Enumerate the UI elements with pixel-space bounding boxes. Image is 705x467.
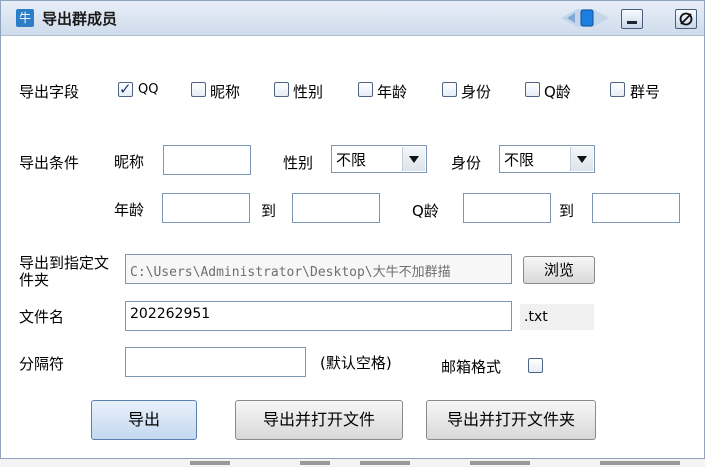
condition-qage-to-input[interactable] [592, 193, 680, 223]
filename-label: 文件名 [19, 308, 65, 326]
browse-button[interactable]: 浏览 [523, 256, 595, 284]
field-age-label: 年龄 [377, 83, 408, 101]
field-group-number-checkbox[interactable] [610, 82, 625, 97]
condition-nickname-label: 昵称 [114, 153, 145, 171]
window-title: 导出群成员 [42, 10, 118, 28]
condition-age-from-input[interactable] [162, 193, 250, 223]
condition-age-to-label: 到 [261, 202, 277, 220]
export-path-input[interactable]: C:\Users\Administrator\Desktop\大牛不加群描 [125, 254, 512, 284]
condition-identity-label: 身份 [451, 154, 482, 172]
export-conditions-label: 导出条件 [19, 154, 80, 172]
export-path-label: 导出到指定文件夹 [19, 254, 110, 289]
condition-gender-value: 不限 [336, 151, 367, 169]
condition-identity-select[interactable]: 不限 [499, 145, 595, 173]
condition-nickname-input[interactable] [163, 145, 251, 175]
condition-identity-value: 不限 [504, 151, 535, 169]
separator-label: 分隔符 [19, 355, 65, 373]
field-group-number-label: 群号 [630, 83, 661, 101]
filename-input[interactable]: 202262951 [125, 301, 512, 331]
field-qage-checkbox[interactable] [525, 82, 540, 97]
condition-gender-select[interactable]: 不限 [331, 145, 427, 173]
field-identity-checkbox[interactable] [442, 82, 457, 97]
separator-hint: (默认空格) [320, 354, 392, 372]
field-nickname-checkbox[interactable] [191, 82, 206, 97]
minimize-icon [627, 21, 637, 24]
field-qage-label: Q龄 [544, 83, 571, 101]
export-members-dialog: 牛 导出群成员 导出字段 QQ 昵称 性别 年龄 身份 Q龄 [0, 0, 705, 459]
chevron-down-icon[interactable] [570, 147, 593, 171]
title-bar[interactable]: 牛 导出群成员 [1, 1, 704, 36]
field-gender-checkbox[interactable] [274, 82, 289, 97]
field-gender-label: 性别 [293, 83, 324, 101]
field-age-checkbox[interactable] [358, 82, 373, 97]
condition-qage-from-input[interactable] [463, 193, 551, 223]
close-icon [679, 12, 693, 26]
close-button[interactable] [675, 9, 697, 29]
app-logo-icon: 牛 [16, 9, 34, 27]
field-identity-label: 身份 [461, 83, 492, 101]
condition-qage-label: Q龄 [412, 202, 439, 220]
condition-qage-to-label: 到 [559, 202, 575, 220]
condition-age-to-input[interactable] [292, 193, 380, 223]
export-open-file-button[interactable]: 导出并打开文件 [235, 400, 403, 440]
field-qq-checkbox[interactable] [118, 80, 133, 98]
export-fields-label: 导出字段 [19, 83, 80, 101]
email-format-checkbox[interactable] [528, 358, 543, 373]
filename-extension: .txt [520, 304, 594, 330]
condition-age-label: 年龄 [114, 201, 145, 219]
field-qq-label: QQ [138, 82, 159, 97]
export-button[interactable]: 导出 [91, 400, 197, 440]
chevron-down-icon[interactable] [402, 147, 425, 171]
export-open-folder-button[interactable]: 导出并打开文件夹 [426, 400, 596, 440]
field-nickname-label: 昵称 [210, 83, 241, 101]
background-window-strip [0, 459, 705, 467]
email-format-label: 邮箱格式 [441, 358, 502, 376]
condition-gender-label: 性别 [283, 154, 314, 172]
skin-decoration-icon [561, 9, 609, 27]
separator-input[interactable] [125, 347, 306, 377]
minimize-button[interactable] [621, 9, 643, 29]
